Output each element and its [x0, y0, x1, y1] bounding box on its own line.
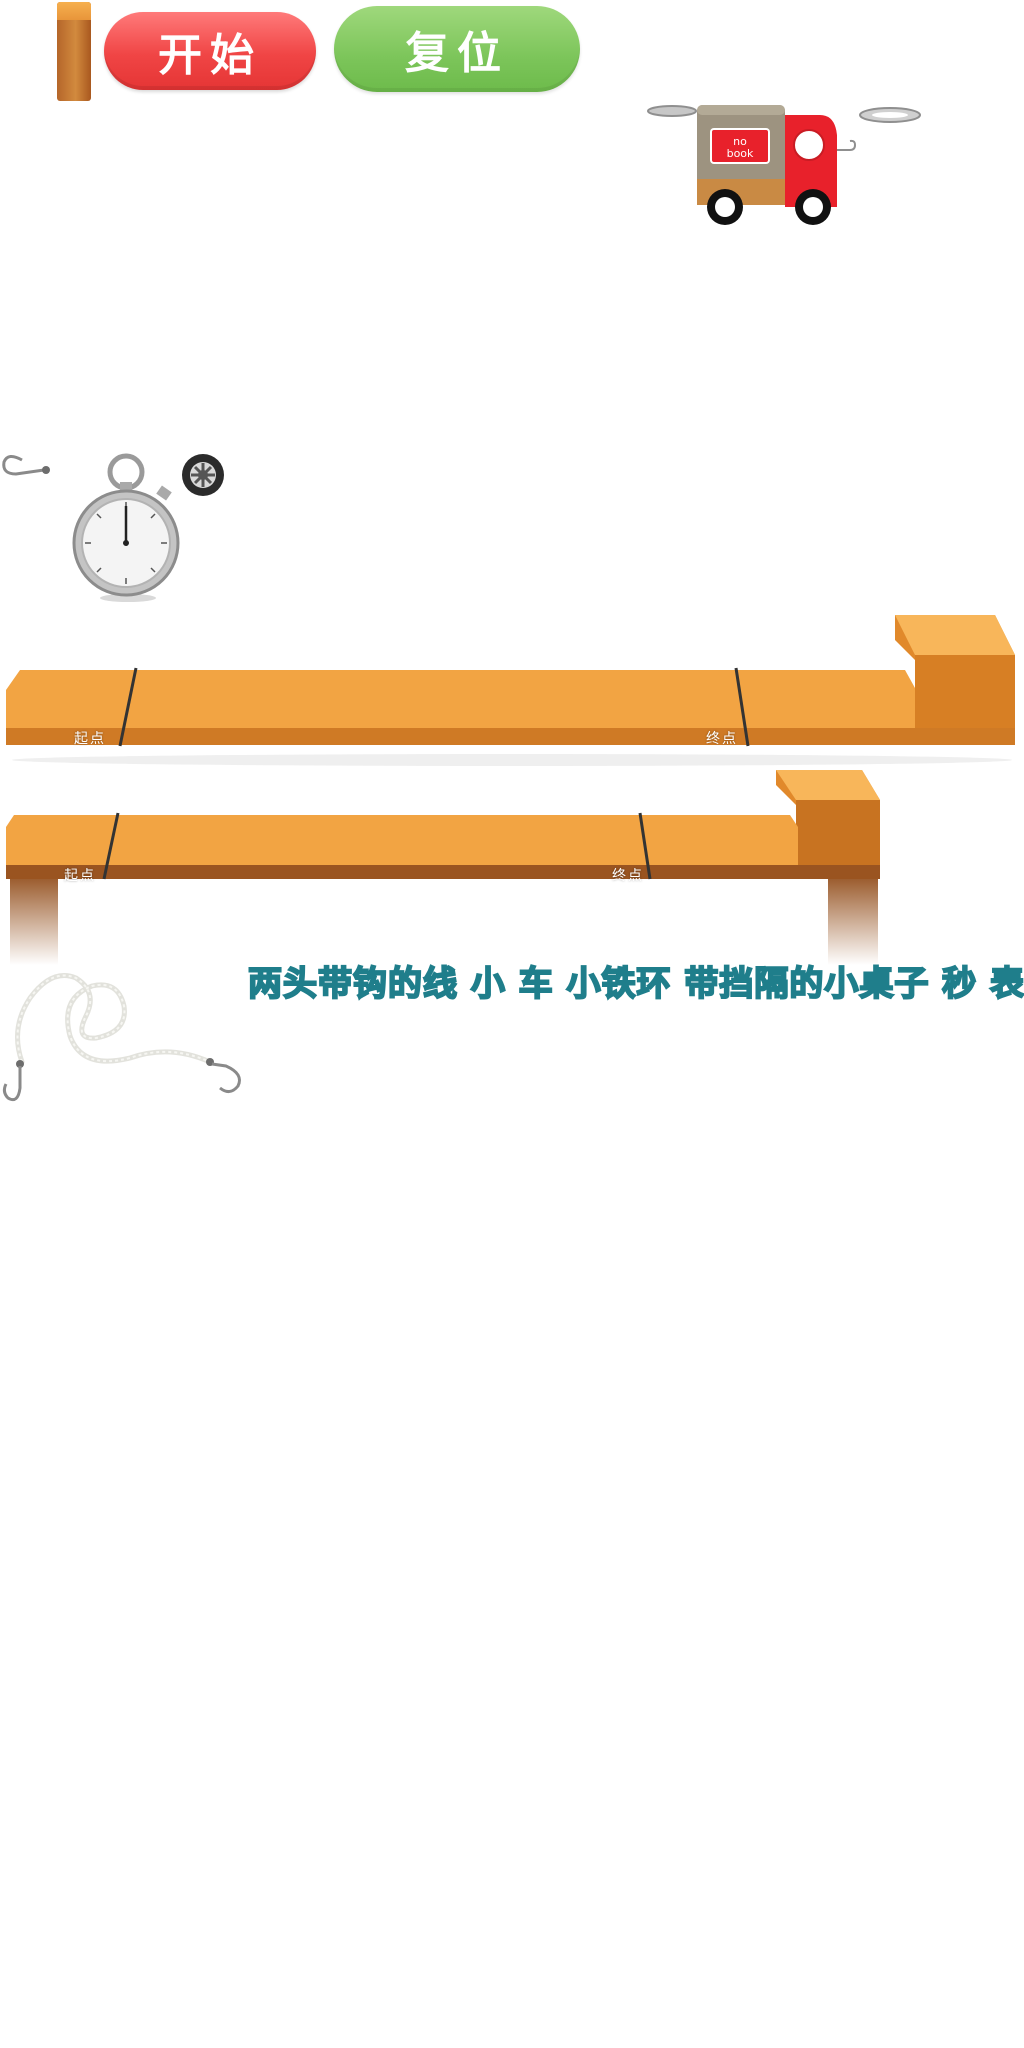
rope-icon[interactable]	[0, 958, 250, 1108]
start-button[interactable]: 开始	[104, 12, 316, 90]
end-point-label: 终点	[612, 868, 644, 884]
iron-ring-icon	[647, 105, 697, 117]
start-point-label: 起点	[64, 868, 96, 884]
start-point-label: 起点	[74, 731, 106, 747]
end-point-label: 终点	[706, 731, 738, 747]
equipment-caption: 两头带钩的线 小 车 小铁环 带挡隔的小桌子 秒 表	[247, 963, 1024, 1005]
wood-block[interactable]	[57, 2, 91, 101]
wheel-icon[interactable]	[180, 452, 226, 498]
experiment-stage: 开始 复位 no book 起点 终点 起点 终点 两头带钩的线 小 车 小铁环…	[0, 0, 1024, 2048]
reset-button[interactable]: 复位	[334, 6, 580, 92]
stopwatch-icon[interactable]	[66, 448, 190, 610]
truck-icon[interactable]: no book	[645, 95, 930, 230]
upper-track-board[interactable]: 起点 终点	[0, 610, 1024, 770]
lower-table-with-barrier[interactable]: 起点 终点	[0, 765, 890, 965]
hook-icon[interactable]	[0, 448, 55, 488]
svg-text:book: book	[727, 147, 754, 160]
